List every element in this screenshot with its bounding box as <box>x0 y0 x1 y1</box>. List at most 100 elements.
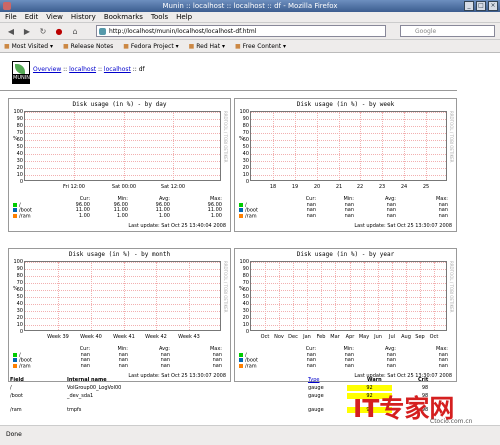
grid-line <box>251 311 446 312</box>
x-tick-label: Sat 12:00 <box>160 184 186 190</box>
grid-line <box>251 112 446 113</box>
minimize-button[interactable]: _ <box>464 1 474 11</box>
grid-line <box>273 112 274 180</box>
series-swatch <box>239 364 243 369</box>
x-tick-label: 18 <box>269 184 277 190</box>
grid-line <box>25 154 220 155</box>
x-tick-label: Oct <box>260 334 270 340</box>
menu-file[interactable]: File <box>5 12 17 22</box>
y-tick-label: 40 <box>242 151 249 157</box>
grid-line <box>307 262 308 330</box>
breadcrumb-overview[interactable]: Overview <box>33 66 61 73</box>
grid-line <box>124 112 125 180</box>
close-button[interactable]: × <box>488 1 498 11</box>
home-button[interactable]: ⌂ <box>69 25 81 37</box>
grid-line <box>173 112 174 180</box>
internal-name-cell: VolGroup00_LogVol00 <box>67 385 122 391</box>
y-tick-label: 50 <box>16 144 23 150</box>
series-swatch <box>239 214 243 219</box>
field-cell: /boot <box>10 393 23 399</box>
grid-line <box>25 290 220 291</box>
menu-help[interactable]: Help <box>176 12 192 22</box>
chart-plot-area: 100 90 80 70 60 50 40 30 20 10 0 18 19 20 21 22 23 24 25 <box>239 109 447 190</box>
bookmark-most-visited[interactable]: Most Visited ▾ <box>4 40 53 52</box>
y-tick-label: 50 <box>242 294 249 300</box>
legend-value: nan <box>306 213 316 220</box>
table-header-type[interactable]: Type <box>308 377 319 383</box>
x-tick-label: Week 40 <box>80 334 102 340</box>
grid-line <box>406 262 407 330</box>
menu-history[interactable]: History <box>71 12 96 22</box>
grid-line <box>251 119 446 120</box>
series-name: /ram <box>245 363 257 370</box>
series-swatch <box>13 208 17 213</box>
bookmark-release-notes[interactable]: Release Notes <box>63 40 114 52</box>
x-tick-label: Week 42 <box>145 334 167 340</box>
menu-edit[interactable]: Edit <box>25 12 39 22</box>
breadcrumb-localhost-domain[interactable]: localhost <box>69 66 96 73</box>
grid-line <box>156 262 157 330</box>
disk-usage-chart-0: Disk usage (in %) - by day RRDTOOL / TOBI… <box>8 98 231 232</box>
x-tick-label: Mar <box>330 334 340 340</box>
grid-line <box>251 304 446 305</box>
y-tick-label: 30 <box>242 308 249 314</box>
munin-logo: MUNIN <box>12 61 30 84</box>
x-tick-label: Sep <box>415 334 425 340</box>
grid-line <box>25 161 220 162</box>
stop-button[interactable]: ● <box>53 25 65 37</box>
last-update: Last update: Sat Oct 25 13:40:04 2008 <box>128 223 226 229</box>
series-name: /ram <box>245 213 257 220</box>
disk-usage-chart-1: Disk usage (in %) - by week RRDTOOL / TOB… <box>234 98 457 232</box>
maximize-button[interactable]: □ <box>476 1 486 11</box>
y-tick-label: 10 <box>16 172 23 178</box>
reload-button[interactable]: ↻ <box>37 25 49 37</box>
forward-button[interactable]: ▶ <box>21 25 33 37</box>
menu-tools[interactable]: Tools <box>151 12 168 22</box>
y-tick-label: 80 <box>16 123 23 129</box>
y-tick-label: 0 <box>245 329 249 335</box>
bookmark-red-hat[interactable]: Red Hat ▾ <box>189 40 225 52</box>
x-tick-label: Week 39 <box>47 334 69 340</box>
x-tick-label: Week 41 <box>113 334 135 340</box>
legend-value: nan <box>118 363 128 370</box>
grid-line <box>251 133 446 134</box>
legend-value: nan <box>438 363 448 370</box>
legend-value: nan <box>80 363 90 370</box>
x-tick-label: Sat 00:00 <box>111 184 137 190</box>
bookmark-fedora-project[interactable]: Fedora Project ▾ <box>123 40 179 52</box>
x-tick-label: 24 <box>400 184 408 190</box>
grid-line <box>189 262 190 330</box>
legend-value: nan <box>344 363 354 370</box>
x-tick-label: Oct <box>429 334 439 340</box>
table-header-field: Field <box>10 377 24 383</box>
bookmark-free-content[interactable]: Free Content ▾ <box>235 40 286 52</box>
y-tick-label: 80 <box>242 273 249 279</box>
grid-line <box>251 147 446 148</box>
address-input[interactable]: http://localhost/munin/localhost/localho… <box>96 25 386 37</box>
menu-view[interactable]: View <box>46 12 63 22</box>
search-input[interactable]: Google <box>400 25 495 37</box>
table-header-warn: Warn <box>367 377 382 383</box>
back-button[interactable]: ◀ <box>5 25 17 37</box>
legend-value: 1.00 <box>210 213 222 220</box>
x-tick-label: Nov <box>274 334 284 340</box>
legend-value: nan <box>438 213 448 220</box>
series-swatch <box>13 358 17 363</box>
grid-line <box>434 262 435 330</box>
legend-row: /ram nan nan nan nan <box>239 363 454 370</box>
x-tick-label: 20 <box>313 184 321 190</box>
y-tick-label: 90 <box>16 116 23 122</box>
x-tick-label: Dec <box>288 334 298 340</box>
breadcrumb-localhost-host[interactable]: localhost <box>104 66 131 73</box>
x-tick-label: Feb <box>316 334 326 340</box>
grid-line <box>25 168 220 169</box>
legend-value: 1.00 <box>158 213 170 220</box>
y-tick-label: 60 <box>16 137 23 143</box>
chart-title: Disk usage (in %) - by year <box>296 251 395 258</box>
grid-line <box>321 262 322 330</box>
type-cell: gauge <box>308 407 324 413</box>
series-swatch <box>239 202 243 207</box>
y-tick-label: 0 <box>19 329 23 335</box>
menu-bookmarks[interactable]: Bookmarks <box>104 12 143 22</box>
grid-line <box>25 297 220 298</box>
